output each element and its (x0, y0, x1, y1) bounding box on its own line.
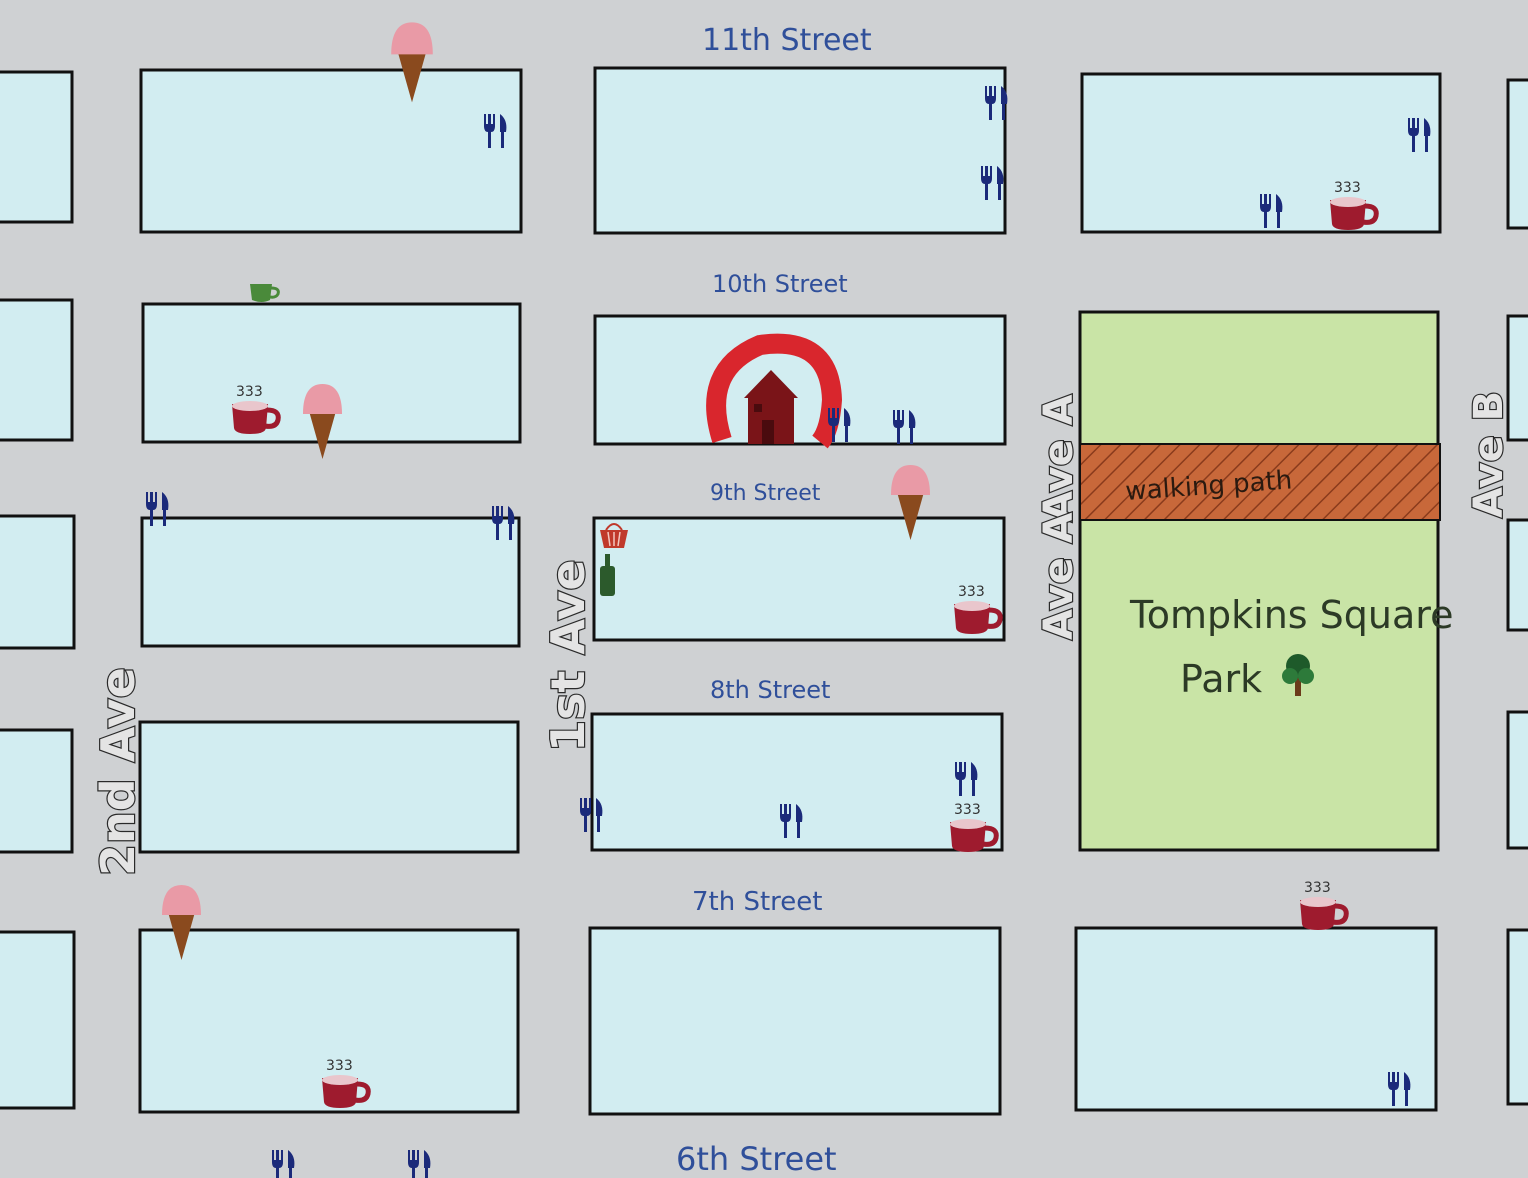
city-block (138, 720, 520, 854)
city-block (0, 70, 74, 224)
city-block (588, 926, 1002, 1116)
avenue-label-a-south: Ave A (1036, 512, 1082, 640)
city-block (592, 516, 1006, 642)
city-block (0, 728, 74, 854)
avenue-label-2nd: 2nd Ave (91, 667, 145, 876)
street-label-9th: 9th Street (710, 481, 821, 506)
city-block (0, 930, 76, 1110)
park-label-line1: Tompkins Square (1129, 593, 1453, 637)
street-label-8th: 8th Street (710, 676, 830, 704)
avenue-label-1st: 1st Ave (541, 559, 595, 752)
city-block (593, 66, 1007, 235)
tompkins-square-park: walking path Tompkins Square Park (1078, 310, 1453, 852)
city-block (593, 314, 1007, 446)
city-block (139, 68, 523, 234)
street-label-6th: 6th Street (676, 1140, 837, 1178)
avenue-label-b: Ave B (1466, 391, 1512, 518)
park-area (1078, 310, 1440, 852)
city-block (1506, 928, 1528, 1106)
avenue-label-a-north: Ave A (1036, 394, 1082, 522)
city-block (1074, 926, 1438, 1112)
city-block (1506, 518, 1528, 632)
park-label-line2: Park (1180, 657, 1262, 701)
city-block (0, 298, 74, 442)
city-block (1506, 78, 1528, 230)
city-block (0, 514, 76, 650)
street-label-11th: 11th Street (702, 23, 872, 58)
street-label-7th: 7th Street (692, 887, 822, 917)
street-label-10th: 10th Street (712, 270, 848, 298)
city-block (1506, 710, 1528, 850)
neighborhood-map: 333 (0, 0, 1528, 1178)
city-block (140, 516, 521, 648)
